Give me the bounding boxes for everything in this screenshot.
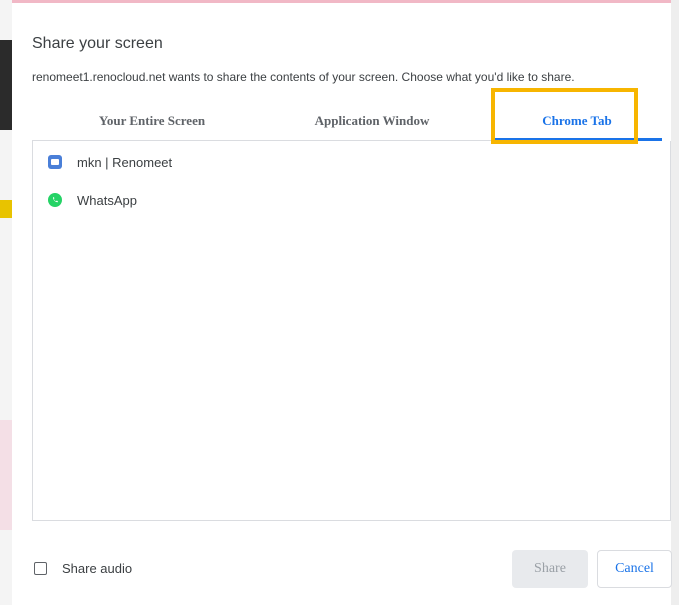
source-tabs: Your Entire Screen Application Window Ch… <box>32 103 662 141</box>
cancel-button[interactable]: Cancel <box>597 550 672 588</box>
dialog-title: Share your screen <box>32 35 163 52</box>
list-item-label: WhatsApp <box>77 192 137 208</box>
tab-application-window[interactable]: Application Window <box>277 103 467 139</box>
tab-entire-screen[interactable]: Your Entire Screen <box>62 103 242 139</box>
background-page-strip <box>0 0 12 605</box>
share-screen-dialog: Share your screen renomeet1.renocloud.ne… <box>12 3 672 602</box>
chrome-tab-list: mkn | Renomeet WhatsApp <box>32 141 671 521</box>
tab-chrome-tab[interactable]: Chrome Tab <box>492 103 662 141</box>
background-dark-block <box>0 40 12 130</box>
background-right-strip <box>671 0 679 605</box>
screen-share-page: Share your screen renomeet1.renocloud.ne… <box>0 0 679 605</box>
whatsapp-icon <box>47 192 63 208</box>
renomeet-favicon-icon <box>47 154 63 170</box>
share-audio-checkbox[interactable] <box>34 562 47 575</box>
list-item-renomeet[interactable]: mkn | Renomeet <box>33 144 670 180</box>
background-yellow-block <box>0 200 12 218</box>
share-audio-label: Share audio <box>62 561 133 576</box>
list-item-whatsapp[interactable]: WhatsApp <box>33 182 670 218</box>
tab-chrome-tab-label: Chrome Tab <box>542 113 612 128</box>
dialog-description: renomeet1.renocloud.net wants to share t… <box>32 70 575 84</box>
list-item-label: mkn | Renomeet <box>77 154 173 170</box>
share-button[interactable]: Share <box>512 550 588 588</box>
background-pink-block <box>0 420 12 530</box>
